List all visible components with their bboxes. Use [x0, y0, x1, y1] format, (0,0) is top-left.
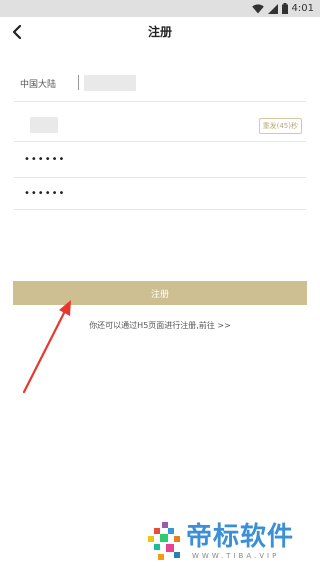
- h5-register-link[interactable]: 你还可以通过H5页面进行注册,前往 >>: [0, 320, 320, 331]
- verification-code-input[interactable]: [30, 117, 58, 133]
- chevron-left-icon: [12, 25, 22, 39]
- verification-code-row: 重发(45)秒: [14, 109, 306, 142]
- status-icons: 4:01: [251, 2, 314, 15]
- phone-row: 中国大陆: [14, 65, 306, 102]
- brand-logo-icon: [148, 522, 180, 560]
- password-field[interactable]: ••••••: [24, 155, 65, 165]
- brand-name: 帝标软件: [186, 522, 295, 552]
- page-title: 注册: [147, 25, 172, 39]
- register-button[interactable]: 注册: [13, 281, 307, 305]
- back-button[interactable]: [6, 21, 28, 43]
- watermark: 帝标软件 WWW.TIBA.VIP: [148, 522, 318, 566]
- password-row[interactable]: ••••••: [14, 143, 306, 178]
- confirm-password-field[interactable]: ••••••: [24, 189, 65, 199]
- title-bar: 注册: [0, 17, 320, 47]
- status-bar: 4:01: [0, 0, 320, 17]
- phone-input[interactable]: [84, 75, 136, 91]
- wifi-icon: [251, 3, 264, 13]
- brand-url: WWW.TIBA.VIP: [192, 552, 280, 560]
- status-time: 4:01: [291, 3, 314, 14]
- resend-code-button[interactable]: 重发(45)秒: [258, 118, 302, 134]
- region-divider: [78, 75, 79, 90]
- confirm-password-row[interactable]: ••••••: [14, 177, 306, 210]
- region-selector[interactable]: 中国大陆: [20, 77, 56, 90]
- battery-icon: [281, 3, 288, 14]
- signal-icon: [267, 3, 278, 14]
